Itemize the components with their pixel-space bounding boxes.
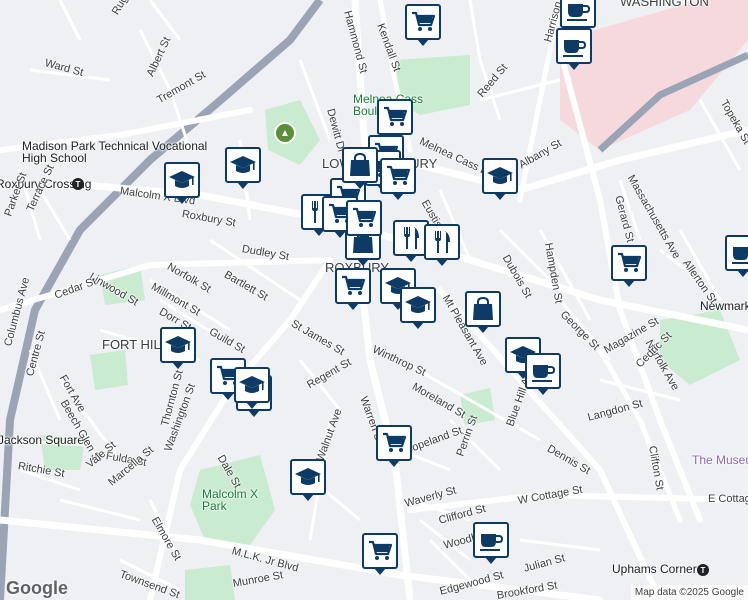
- shopping-marker[interactable]: [377, 99, 413, 141]
- poi-label[interactable]: Malcolm X Park: [202, 488, 262, 512]
- poi-label[interactable]: Uphams Corner: [612, 563, 697, 575]
- school-marker[interactable]: [225, 147, 261, 189]
- map-attribution[interactable]: Map data ©2025 Google: [630, 585, 748, 600]
- school-marker[interactable]: [400, 287, 436, 329]
- cafe-marker[interactable]: [473, 522, 509, 564]
- coffee-cup-icon: [564, 0, 592, 24]
- graduation-cap-icon: [486, 162, 514, 190]
- fork-knife-icon: [428, 228, 456, 256]
- graduation-cap-icon: [238, 371, 266, 399]
- shopping-cart-icon: [339, 272, 367, 300]
- shopping-marker[interactable]: [376, 425, 412, 467]
- cafe-marker[interactable]: [725, 235, 748, 277]
- shopping-cart-icon: [381, 103, 409, 131]
- shopping-marker[interactable]: [342, 147, 378, 189]
- map-canvas[interactable]: ROXBURY LOWER ROXBURY FORT HILL WASHINGT…: [0, 0, 748, 600]
- coffee-cup-icon: [529, 357, 557, 385]
- school-marker[interactable]: [482, 158, 518, 200]
- coffee-cup-icon: [729, 239, 748, 267]
- park-area: [90, 350, 128, 390]
- neighborhood-label: FORT HILL: [102, 337, 168, 352]
- restaurant-marker[interactable]: [424, 224, 460, 266]
- shopping-marker[interactable]: [465, 291, 501, 333]
- graduation-cap-icon: [229, 151, 257, 179]
- cafe-marker[interactable]: [525, 353, 561, 395]
- coffee-cup-icon: [560, 32, 588, 60]
- shopping-marker[interactable]: [335, 268, 371, 310]
- shopping-cart-icon: [409, 8, 437, 36]
- shopping-bag-icon: [346, 151, 374, 179]
- shopping-marker[interactable]: [362, 533, 398, 575]
- cafe-marker[interactable]: [556, 28, 592, 70]
- neighborhood-label: WASHINGTON: [620, 0, 709, 9]
- shopping-marker[interactable]: [405, 4, 441, 46]
- poi-label[interactable]: Madison Park Technical Vocational High S…: [22, 140, 212, 164]
- shopping-cart-icon: [380, 429, 408, 457]
- school-marker[interactable]: [160, 327, 196, 369]
- graduation-cap-icon: [294, 463, 322, 491]
- transit-icon[interactable]: T: [697, 564, 709, 576]
- shopping-cart-icon: [366, 537, 394, 565]
- poi-label[interactable]: Jackson Square: [0, 434, 84, 446]
- shopping-marker[interactable]: [380, 158, 416, 200]
- cafe-marker[interactable]: [560, 0, 596, 34]
- school-marker[interactable]: [290, 459, 326, 501]
- shopping-marker[interactable]: [346, 200, 382, 242]
- shopping-marker[interactable]: [611, 245, 647, 287]
- graduation-cap-icon: [404, 291, 432, 319]
- school-icon[interactable]: ▲: [274, 122, 296, 144]
- fork-knife-icon: [397, 224, 425, 252]
- shopping-bag-icon: [469, 295, 497, 323]
- shopping-cart-icon: [384, 162, 412, 190]
- google-logo: Google: [6, 578, 68, 598]
- transit-icon[interactable]: T: [72, 178, 84, 190]
- graduation-cap-icon: [164, 331, 192, 359]
- shopping-cart-icon: [350, 204, 378, 232]
- poi-label[interactable]: The Museum: [692, 454, 748, 466]
- school-marker[interactable]: [234, 367, 270, 409]
- coffee-cup-icon: [477, 526, 505, 554]
- shopping-cart-icon: [615, 249, 643, 277]
- map-base-layer: [0, 0, 748, 600]
- school-marker[interactable]: [164, 162, 200, 204]
- street-label: E Cottage St: [708, 493, 748, 505]
- graduation-cap-icon: [168, 166, 196, 194]
- park-area: [185, 565, 235, 600]
